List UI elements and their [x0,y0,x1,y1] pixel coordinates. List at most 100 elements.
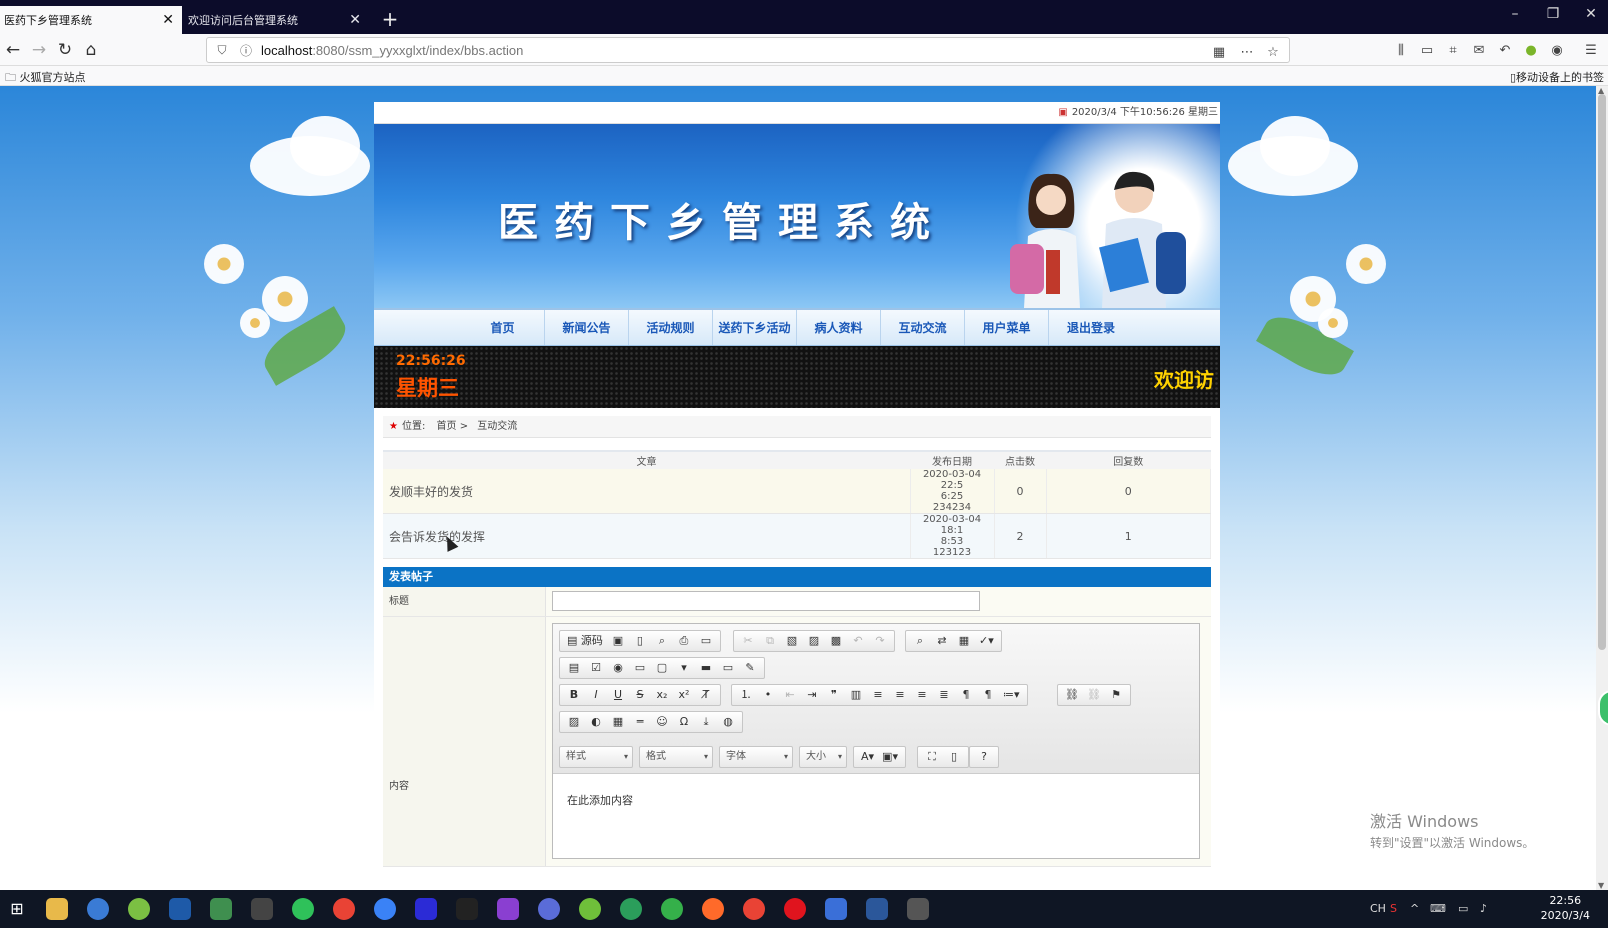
page-scrollbar[interactable]: ▲ ▼ [1596,86,1608,890]
text-color-icon[interactable]: A▾ [857,748,878,766]
ltr-icon[interactable]: ¶ [955,686,977,704]
app-icon[interactable] [169,898,191,920]
scroll-down-icon[interactable]: ▼ [1598,881,1604,890]
remove-format-icon[interactable]: T̸ [695,686,717,704]
blockquote-icon[interactable]: ❞ [823,686,845,704]
start-icon[interactable]: ⊞ [6,898,28,920]
smiley-icon[interactable]: ☺ [651,713,673,731]
menu-item-home[interactable]: 首页 [461,310,545,345]
underline-icon[interactable]: U [607,686,629,704]
eclipse-icon[interactable] [538,898,560,920]
button-icon[interactable]: ▬ [695,659,717,677]
word-icon[interactable] [866,898,888,920]
app-icon[interactable] [825,898,847,920]
styles-dropdown[interactable]: 样式 ▾ [559,746,633,768]
font-dropdown[interactable]: 字体 ▾ [719,746,793,768]
mobile-bookmarks[interactable]: ▯移动设备上的书签 [1510,69,1604,85]
iframe-icon[interactable]: ◍ [717,713,739,731]
tab-active[interactable]: 医药下乡管理系统 ✕ [0,6,182,34]
ide-icon[interactable] [415,898,437,920]
paste-word-icon[interactable]: ▩ [825,632,847,650]
menu-item-activity[interactable]: 送药下乡活动 [713,310,797,345]
info-icon[interactable]: ⓘ [237,42,255,59]
select-all-icon[interactable]: ▦ [953,632,975,650]
tray-app-icon[interactable]: S [1390,902,1397,915]
superscript-icon[interactable]: x² [673,686,695,704]
align-right-icon[interactable]: ≡ [911,686,933,704]
paste-icon[interactable]: ▧ [781,632,803,650]
sidebar-icon[interactable]: ▭ [1418,42,1436,60]
table-row[interactable]: 会告诉发货的发挥 2020-03-04 18:1 8:53 123123 2 1 [383,513,1211,559]
post-title-link[interactable]: 会告诉发货的发挥 [383,513,911,559]
bulleted-list-icon[interactable]: • [757,686,779,704]
radio-icon[interactable]: ◉ [607,659,629,677]
outdent-icon[interactable]: ⇤ [779,686,801,704]
subscript-icon[interactable]: x₂ [651,686,673,704]
file-explorer-icon[interactable] [46,898,68,920]
strike-icon[interactable]: S [629,686,651,704]
spellcheck-icon[interactable]: ✓▾ [975,632,998,650]
flash-icon[interactable]: ◐ [585,713,607,731]
bg-color-icon[interactable]: ▣▾ [878,748,902,766]
bold-icon[interactable]: B [563,686,585,704]
format-dropdown[interactable]: 格式 ▾ [639,746,713,768]
help-icon[interactable]: ? [973,748,995,766]
rtl-icon[interactable]: ¶ [977,686,999,704]
template-icon[interactable]: ▭ [695,632,717,650]
select-icon[interactable]: ▾ [673,659,695,677]
undo-icon[interactable]: ↶ [847,632,869,650]
minimize-icon[interactable]: – [1500,6,1530,22]
tab-inactive[interactable]: 欢迎访问后台管理系统 ✕ [184,6,369,34]
visual-studio-icon[interactable] [497,898,519,920]
menu-item-patients[interactable]: 病人资料 [797,310,881,345]
qq-icon[interactable] [456,898,478,920]
redo-icon[interactable]: ↷ [869,632,891,650]
bookmark-star-icon[interactable]: ☆ [1263,45,1283,60]
paste-text-icon[interactable]: ▨ [803,632,825,650]
print-icon[interactable]: ⎙ [673,632,695,650]
tray-network-icon[interactable]: ▭ [1458,902,1468,915]
replace-icon[interactable]: ⇄ [931,632,953,650]
show-blocks-icon[interactable]: ▯ [943,748,965,766]
wechat-icon[interactable] [292,898,314,920]
table-row[interactable]: 发顺丰好的发货 2020-03-04 22:5 6:25 234234 0 0 [383,469,1211,514]
new-page-icon[interactable]: ▯ [629,632,651,650]
link-icon[interactable]: ⛓ [1061,686,1083,704]
title-input[interactable] [552,591,980,611]
language-icon[interactable]: ≔▾ [999,686,1024,704]
tray-chevron-icon[interactable]: ^ [1410,902,1419,915]
restore-icon[interactable]: ❐ [1538,6,1568,22]
scroll-thumb[interactable] [1598,94,1606,650]
undo-icon[interactable]: ↶ [1496,42,1514,60]
app-icon[interactable] [210,898,232,920]
source-button[interactable]: ▤ 源码 [563,632,607,650]
menu-item-rules[interactable]: 活动规则 [629,310,713,345]
align-center-icon[interactable]: ≡ [889,686,911,704]
size-dropdown[interactable]: 大小 ▾ [799,746,847,768]
indent-icon[interactable]: ⇥ [801,686,823,704]
more-icon[interactable]: ⋯ [1237,45,1257,60]
address-bar[interactable]: ⛉ ⓘ localhost:8080/ssm_yyxxglxt/index/bb… [206,37,1290,63]
table-icon[interactable]: ▦ [607,713,629,731]
opera-icon[interactable] [784,898,806,920]
align-left-icon[interactable]: ≡ [867,686,889,704]
app-icon[interactable] [620,898,642,920]
textfield-icon[interactable]: ▭ [629,659,651,677]
editor-content-area[interactable]: 在此添加内容 [553,774,1199,808]
tray-volume-icon[interactable]: ♪ [1480,902,1487,915]
menu-item-logout[interactable]: 退出登录 [1049,310,1133,345]
ime-indicator[interactable]: CH [1370,902,1386,915]
close-window-icon[interactable]: ✕ [1576,6,1606,22]
extension-icon[interactable]: ● [1522,42,1540,60]
div-icon[interactable]: ▥ [845,686,867,704]
breadcrumb-home[interactable]: 首页 [437,421,457,432]
menu-item-news[interactable]: 新闻公告 [545,310,629,345]
hline-icon[interactable]: ═ [629,713,651,731]
chat-icon[interactable]: ✉ [1470,42,1488,60]
imagebutton-icon[interactable]: ▭ [717,659,739,677]
screenshot-icon[interactable]: ⌗ [1444,42,1462,60]
anchor-icon[interactable]: ⚑ [1105,686,1127,704]
maximize-icon[interactable]: ⛶ [921,748,943,766]
app-icon[interactable] [374,898,396,920]
copy-icon[interactable]: ⧉ [759,632,781,650]
